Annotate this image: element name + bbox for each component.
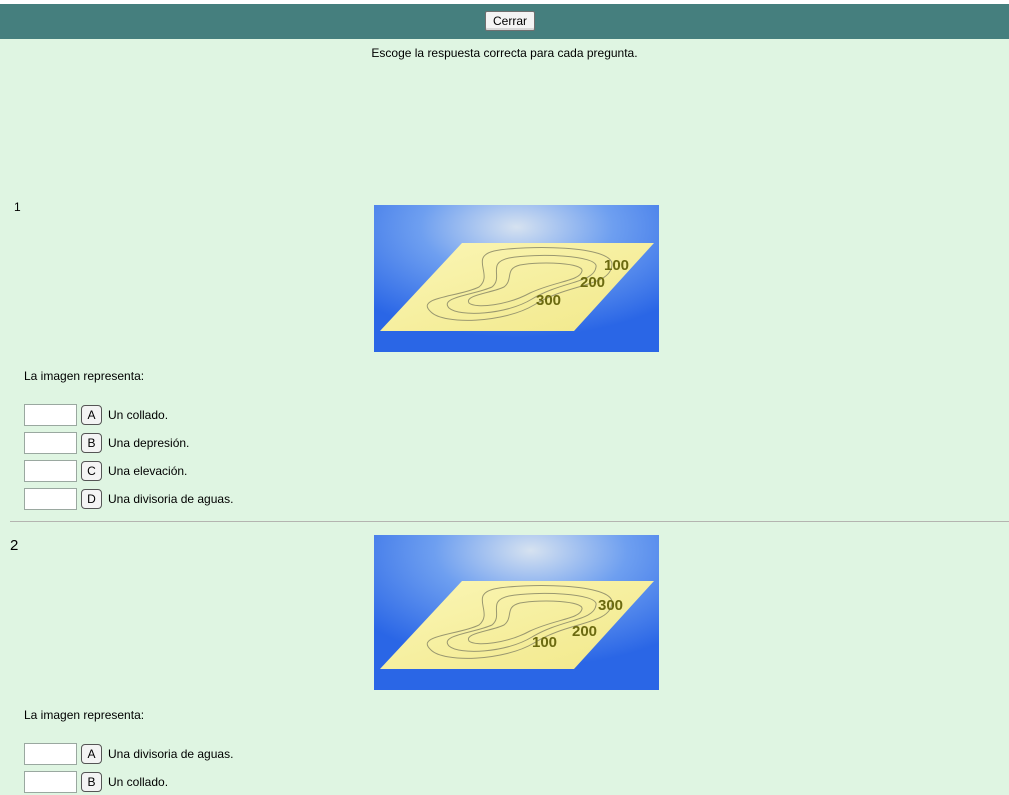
answer-input[interactable] — [24, 460, 77, 482]
contour-label: 100 — [604, 257, 629, 274]
contour-map-image: 100 200 300 — [374, 205, 659, 352]
contour-label: 300 — [598, 597, 623, 614]
option-text: Un collado. — [108, 408, 169, 422]
quiz-page: Cerrar Escoge la respuesta correcta para… — [0, 0, 1009, 795]
question-number: 1 — [14, 200, 21, 214]
option-letter-button[interactable]: A — [81, 405, 102, 425]
answer-option: B Una depresión. — [24, 432, 189, 454]
contour-map-image: 300 200 100 — [374, 535, 659, 690]
option-letter-button[interactable]: B — [81, 772, 102, 792]
option-text: Una depresión. — [108, 436, 190, 450]
option-letter-button[interactable]: D — [81, 489, 102, 509]
contour-label: 200 — [572, 623, 597, 640]
answer-option: A Una divisoria de aguas. — [24, 743, 233, 765]
toolbar: Cerrar — [0, 4, 1009, 39]
contour-label: 200 — [580, 274, 605, 291]
option-text: Una divisoria de aguas. — [108, 747, 234, 761]
answer-option: D Una divisoria de aguas. — [24, 488, 233, 510]
question-prompt: La imagen representa: — [24, 369, 145, 383]
option-text: Un collado. — [108, 775, 169, 789]
question-prompt: La imagen representa: — [24, 708, 145, 722]
option-text: Una elevación. — [108, 464, 188, 478]
contour-label: 100 — [532, 634, 557, 651]
instructions-text: Escoge la respuesta correcta para cada p… — [371, 46, 638, 60]
option-text: Una divisoria de aguas. — [108, 492, 234, 506]
close-button[interactable]: Cerrar — [485, 11, 535, 31]
question-divider — [10, 521, 1009, 522]
answer-option: B Un collado. — [24, 771, 168, 793]
answer-option: A Un collado. — [24, 404, 168, 426]
answer-input[interactable] — [24, 771, 77, 793]
question-number: 2 — [10, 537, 19, 554]
option-letter-button[interactable]: C — [81, 461, 102, 481]
contour-label: 300 — [536, 292, 561, 309]
answer-option: C Una elevación. — [24, 460, 187, 482]
option-letter-button[interactable]: B — [81, 433, 102, 453]
answer-input[interactable] — [24, 488, 77, 510]
answer-input[interactable] — [24, 404, 77, 426]
answer-input[interactable] — [24, 432, 77, 454]
option-letter-button[interactable]: A — [81, 744, 102, 764]
answer-input[interactable] — [24, 743, 77, 765]
